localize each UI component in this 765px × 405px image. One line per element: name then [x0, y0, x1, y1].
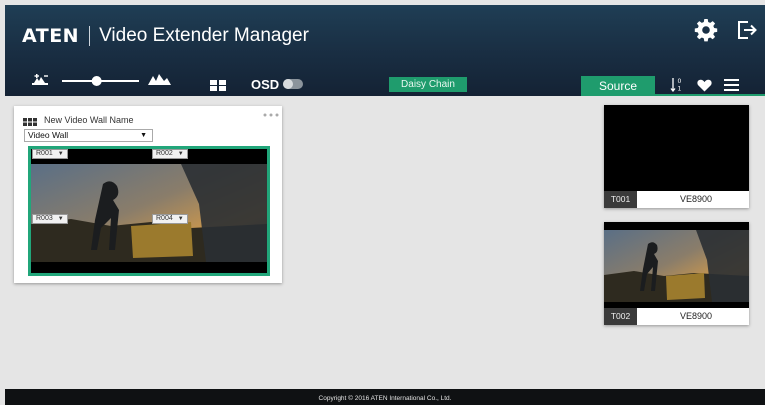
menu-icon[interactable]	[724, 79, 739, 91]
zoom-in-icon[interactable]	[148, 74, 171, 85]
video-wall-card[interactable]: New Video Wall Name Video Wall ▼ R001 ▼ …	[14, 106, 282, 283]
video-wall-type-select[interactable]: Video Wall ▼	[24, 129, 153, 142]
zoom-slider-handle[interactable]	[91, 76, 102, 86]
heart-icon[interactable]	[697, 79, 712, 92]
chevron-down-icon: ▼	[177, 151, 184, 157]
source-model: VE8900	[679, 194, 713, 204]
brand: ATEN Video Extender Manager	[22, 23, 309, 49]
chevron-down-icon: ▼	[57, 151, 64, 157]
daisy-chain-button[interactable]: Daisy Chain	[389, 77, 467, 92]
source-preview	[604, 105, 749, 191]
receiver-select-r004[interactable]: R004 ▼	[152, 214, 188, 224]
receiver-id: R003	[36, 215, 53, 222]
receiver-select-r001[interactable]: R001 ▼	[32, 149, 68, 159]
receiver-select-r003[interactable]: R003 ▼	[32, 214, 68, 224]
video-thumbnail	[604, 230, 749, 302]
receiver-id: R004	[156, 215, 173, 222]
zoom-out-icon[interactable]	[32, 74, 48, 85]
video-wall-name[interactable]: New Video Wall Name	[44, 115, 134, 125]
more-options-icon[interactable]	[262, 112, 280, 118]
logout-icon[interactable]	[736, 19, 758, 41]
chevron-down-icon: ▼	[57, 216, 64, 222]
tab-underline	[581, 94, 765, 96]
receiver-id: R002	[156, 150, 173, 157]
osd-label: OSD	[251, 77, 280, 92]
source-id: T001	[604, 191, 637, 208]
receiver-id: R001	[36, 150, 53, 157]
app-title: Video Extender Manager	[99, 25, 309, 46]
tab-source[interactable]: Source	[581, 76, 655, 96]
source-id: T002	[604, 308, 637, 325]
gear-icon[interactable]	[694, 18, 718, 42]
video-wall-preview[interactable]: R001 ▼ R002 ▼ R003 ▼ R004 ▼	[28, 146, 270, 276]
source-preview	[604, 222, 749, 308]
brand-divider	[89, 26, 91, 46]
video-wall-grid-icon	[23, 118, 37, 126]
svg-text:1: 1	[678, 86, 682, 93]
source-card-t002[interactable]: T002 VE8900	[604, 222, 749, 325]
video-wall-type-value: Video Wall	[28, 130, 69, 140]
footer-copyright: Copyright © 2016 ATEN International Co.,…	[5, 389, 765, 405]
source-model: VE8900	[679, 311, 713, 321]
zoom-control[interactable]	[30, 70, 175, 90]
source-card-t001[interactable]: T001 VE8900	[604, 105, 749, 208]
osd-toggle[interactable]	[283, 79, 303, 89]
chevron-down-icon: ▼	[177, 216, 184, 222]
osd-toggle-knob	[283, 79, 293, 89]
chevron-down-icon: ▼	[140, 132, 147, 139]
layout-icon[interactable]	[210, 80, 226, 91]
svg-text:0: 0	[678, 78, 682, 85]
aten-logo: ATEN	[22, 25, 80, 47]
app-window: ATEN Video Extender Manager OSD Daisy Ch…	[0, 0, 765, 405]
sort-icon[interactable]: 0 1	[670, 77, 684, 92]
video-thumbnail	[31, 164, 267, 262]
receiver-select-r002[interactable]: R002 ▼	[152, 149, 188, 159]
